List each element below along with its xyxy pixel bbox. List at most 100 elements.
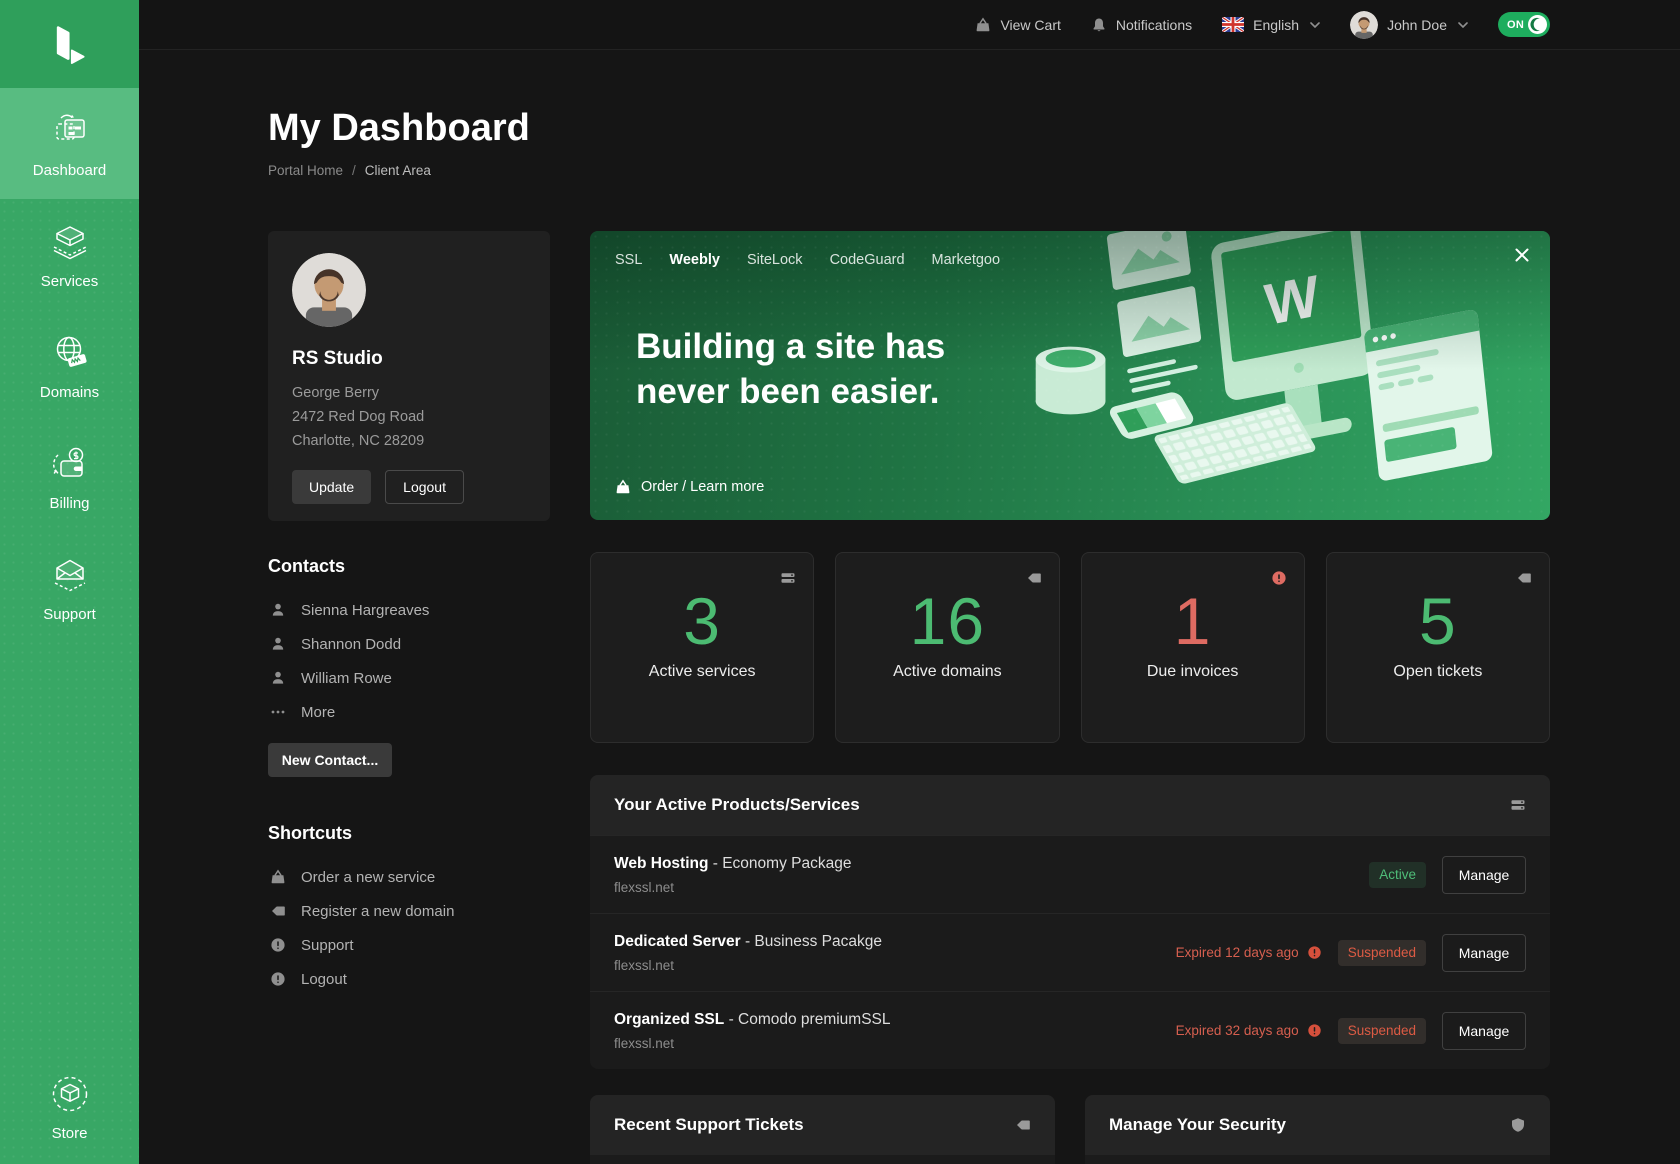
contacts-more[interactable]: More [268, 695, 550, 729]
product-name: Organized SSL [614, 1011, 724, 1028]
recent-support-tickets-panel: Recent Support Tickets [590, 1095, 1055, 1164]
uk-flag-icon [1222, 17, 1244, 32]
address-line1: 2472 Red Dog Road [292, 405, 526, 429]
language-menu[interactable]: English [1222, 17, 1320, 33]
new-contact-button[interactable]: New Contact... [268, 743, 392, 777]
person-icon [270, 602, 286, 618]
stat-card-due-invoices[interactable]: 1 Due invoices [1081, 552, 1305, 743]
stat-card-active-services[interactable]: 3 Active services [590, 552, 814, 743]
stat-card-active-domains[interactable]: 16 Active domains [835, 552, 1059, 743]
server-icon [1510, 797, 1526, 813]
product-row-organized-ssl: Organized SSL - Comodo premiumSSL flexss… [590, 991, 1550, 1069]
stat-value: 1 [1082, 585, 1304, 657]
banner-tab-sitelock[interactable]: SiteLock [747, 252, 803, 268]
sidebar-item-billing[interactable]: Billing [0, 421, 139, 532]
moon-icon [1528, 15, 1547, 34]
shortcut-support[interactable]: Support [268, 928, 550, 962]
stat-label: Active domains [836, 663, 1058, 681]
sidebar-item-store[interactable]: Store [0, 1054, 139, 1160]
more-label: More [301, 704, 335, 721]
domains-icon [48, 331, 92, 375]
billing-icon [48, 442, 92, 486]
ellipsis-icon [270, 704, 286, 720]
tag-icon [270, 903, 286, 919]
left-column: RS Studio George Berry 2472 Red Dog Road… [268, 231, 550, 1164]
update-button[interactable]: Update [292, 470, 371, 504]
product-package: - Comodo premiumSSL [729, 1011, 891, 1028]
product-domain: flexssl.net [614, 1036, 891, 1051]
sidebar-item-label: Billing [49, 495, 89, 512]
app-logo[interactable] [0, 0, 139, 88]
manage-button[interactable]: Manage [1442, 934, 1526, 972]
sidebar-item-label: Support [43, 606, 96, 623]
contact-item[interactable]: Sienna Hargreaves [268, 593, 550, 627]
product-domain: flexssl.net [614, 958, 882, 973]
alert-circle-icon [1271, 570, 1287, 586]
sidebar-item-dashboard[interactable]: Dashboard [0, 88, 139, 199]
store-icon [48, 1072, 92, 1116]
sidebar-item-support[interactable]: Support [0, 532, 139, 643]
sidebar-item-label: Services [41, 273, 99, 290]
person-icon [270, 636, 286, 652]
sidebar-item-services[interactable]: Services [0, 199, 139, 310]
user-menu[interactable]: John Doe [1350, 11, 1468, 39]
banner-tab-codeguard[interactable]: CodeGuard [830, 252, 905, 268]
bell-icon [1091, 17, 1107, 33]
close-icon[interactable] [1514, 247, 1530, 263]
status-badge: Suspended [1338, 1018, 1426, 1044]
stat-card-open-tickets[interactable]: 5 Open tickets [1326, 552, 1550, 743]
brand-logo-icon [50, 21, 90, 67]
contact-item[interactable]: Shannon Dodd [268, 627, 550, 661]
contact-name: Sienna Hargreaves [301, 602, 429, 619]
address-line2: Charlotte, NC 28209 [292, 429, 526, 453]
language-label: English [1253, 17, 1299, 33]
profile-address: George Berry 2472 Red Dog Road Charlotte… [292, 381, 526, 453]
expired-notice: Expired 32 days ago [1176, 1023, 1322, 1038]
expired-notice: Expired 12 days ago [1176, 945, 1322, 960]
alert-circle-icon [1307, 945, 1322, 960]
shortcut-logout[interactable]: Logout [268, 962, 550, 996]
notifications-button[interactable]: Notifications [1091, 17, 1192, 33]
profile-avatar [292, 253, 366, 327]
server-icon [780, 570, 796, 586]
stat-value: 16 [836, 585, 1058, 657]
banner-tab-weebly[interactable]: Weebly [669, 252, 720, 268]
avatar [1350, 11, 1378, 39]
stat-label: Due invoices [1082, 663, 1304, 681]
tag-icon [1015, 1117, 1031, 1133]
person-icon [270, 670, 286, 686]
bottom-panels: Recent Support Tickets Manage Your Secur… [590, 1095, 1550, 1164]
banner-illustration: W [930, 231, 1550, 520]
banner-cta-label: Order / Learn more [641, 479, 764, 495]
shortcut-register-domain[interactable]: Register a new domain [268, 894, 550, 928]
shield-icon [1510, 1117, 1526, 1133]
panel-header: Recent Support Tickets [590, 1095, 1055, 1155]
alert-circle-icon [1307, 1023, 1322, 1038]
sidebar-item-domains[interactable]: Domains [0, 310, 139, 421]
alert-circle-icon [270, 971, 286, 987]
logout-button[interactable]: Logout [385, 470, 464, 504]
breadcrumb-home[interactable]: Portal Home [268, 163, 343, 178]
sidebar: Dashboard Services [0, 0, 139, 1164]
stat-value: 3 [591, 585, 813, 657]
contact-name: William Rowe [301, 670, 392, 687]
user-name: John Doe [1387, 17, 1447, 33]
banner-tab-marketgoo[interactable]: Marketgoo [932, 252, 1001, 268]
banner-tab-ssl[interactable]: SSL [615, 252, 642, 268]
manage-security-panel: Manage Your Security [1085, 1095, 1550, 1164]
shortcut-order-service[interactable]: Order a new service [268, 860, 550, 894]
manage-button[interactable]: Manage [1442, 856, 1526, 894]
banner-cta-link[interactable]: Order / Learn more [615, 479, 764, 495]
panel-header: Manage Your Security [1085, 1095, 1550, 1155]
contact-item[interactable]: William Rowe [268, 661, 550, 695]
status-badge: Suspended [1338, 940, 1426, 966]
contact-name: Shannon Dodd [301, 636, 401, 653]
view-cart-button[interactable]: View Cart [975, 17, 1060, 33]
stat-value: 5 [1327, 585, 1549, 657]
manage-button[interactable]: Manage [1442, 1012, 1526, 1050]
contact-name: George Berry [292, 381, 526, 405]
shortcut-label: Support [301, 937, 354, 954]
view-cart-label: View Cart [1000, 17, 1060, 33]
weebly-logo-letter: W [1262, 264, 1323, 338]
dark-mode-toggle[interactable]: ON [1498, 12, 1550, 37]
